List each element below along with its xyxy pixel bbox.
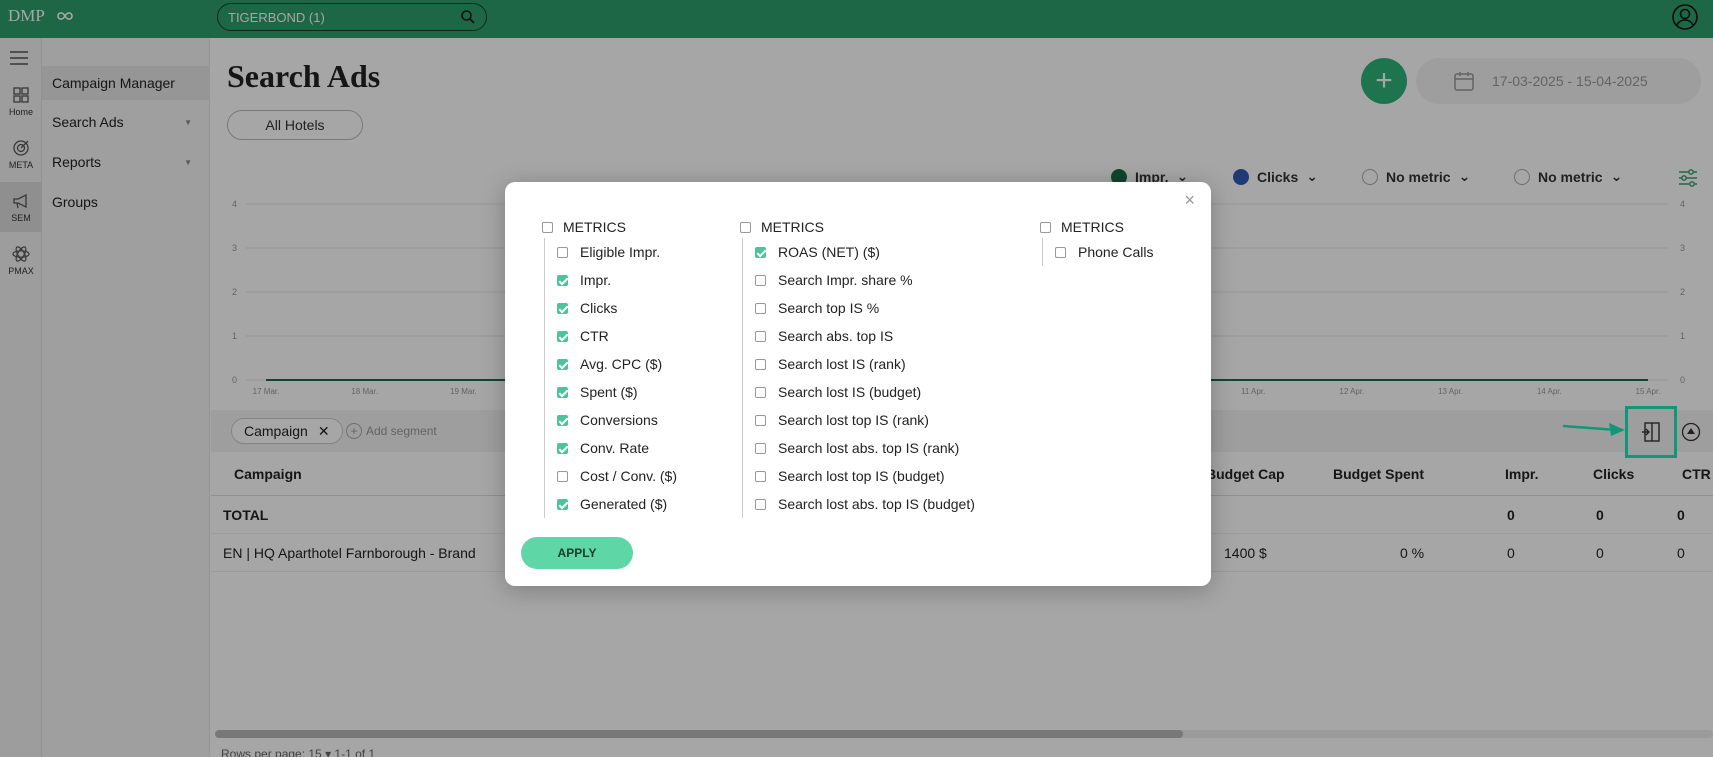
metric-option-label: Search lost top IS (budget) — [778, 468, 945, 484]
metric-checkbox[interactable] — [557, 414, 568, 426]
metric-option-label: Impr. — [580, 272, 612, 288]
metric-checkbox[interactable] — [1055, 246, 1066, 258]
metric-option-label: Spent ($) — [580, 384, 638, 400]
metric-checkbox[interactable] — [755, 330, 766, 342]
metric-checkbox[interactable] — [557, 330, 568, 342]
metric-checkbox[interactable] — [557, 302, 568, 314]
metric-option-label: Search abs. top IS — [778, 328, 894, 344]
metrics-group-title: METRICS — [563, 219, 626, 235]
metric-option-label: Conv. Rate — [580, 440, 649, 456]
metrics-column-2: METRICS ROAS (NET) ($) Search Impr. share… — [740, 218, 975, 518]
metric-option[interactable]: Eligible Impr. — [557, 238, 677, 266]
metric-option-label: Avg. CPC ($) — [580, 356, 663, 372]
metrics-group-header[interactable]: METRICS — [1040, 218, 1154, 236]
metric-checkbox[interactable] — [557, 470, 568, 482]
metric-option[interactable]: Search lost top IS (rank) — [755, 406, 975, 434]
metric-option[interactable]: Phone Calls — [1055, 238, 1154, 266]
metrics-list: ROAS (NET) ($) Search Impr. share % Search… — [742, 238, 975, 518]
metric-option-label: Search top IS % — [778, 300, 880, 316]
metric-option[interactable]: Search top IS % — [755, 294, 975, 322]
metric-option[interactable]: Search Impr. share % — [755, 266, 975, 294]
metric-option[interactable]: CTR — [557, 322, 677, 350]
metric-option[interactable]: Search lost abs. top IS (budget) — [755, 490, 975, 518]
metrics-column-modal: × METRICS Eligible Impr. Impr. Clicks CTR Av… — [505, 182, 1211, 586]
metric-checkbox[interactable] — [557, 246, 568, 258]
metric-option-label: CTR — [580, 328, 609, 344]
metric-option-label: Search lost IS (budget) — [778, 384, 922, 400]
metric-checkbox[interactable] — [557, 386, 568, 398]
metrics-group-title: METRICS — [761, 219, 824, 235]
metric-checkbox[interactable] — [755, 386, 766, 398]
metrics-group-title: METRICS — [1061, 219, 1124, 235]
metric-option[interactable]: Cost / Conv. ($) — [557, 462, 677, 490]
metrics-group-header[interactable]: METRICS — [740, 218, 975, 236]
metric-checkbox[interactable] — [755, 274, 766, 286]
metric-checkbox[interactable] — [755, 442, 766, 454]
apply-button[interactable]: APPLY — [521, 537, 633, 569]
metric-option[interactable]: Avg. CPC ($) — [557, 350, 677, 378]
metric-option[interactable]: Search lost top IS (budget) — [755, 462, 975, 490]
metric-option[interactable]: Search lost IS (rank) — [755, 350, 975, 378]
metric-option[interactable]: Clicks — [557, 294, 677, 322]
metric-checkbox[interactable] — [557, 274, 568, 286]
select-all-checkbox[interactable] — [542, 221, 553, 233]
metric-checkbox[interactable] — [755, 302, 766, 314]
metric-checkbox[interactable] — [557, 442, 568, 454]
metric-option-label: Eligible Impr. — [580, 244, 661, 260]
metric-option[interactable]: Search lost IS (budget) — [755, 378, 975, 406]
close-icon[interactable]: × — [1184, 190, 1195, 211]
metrics-column-3: METRICS Phone Calls — [1040, 218, 1154, 266]
metrics-list: Phone Calls — [1042, 238, 1154, 266]
metric-option[interactable]: Search lost abs. top IS (rank) — [755, 434, 975, 462]
metric-checkbox[interactable] — [755, 498, 766, 510]
metrics-group-header[interactable]: METRICS — [542, 218, 677, 236]
metric-option-label: ROAS (NET) ($) — [778, 244, 880, 260]
metric-option[interactable]: Impr. — [557, 266, 677, 294]
metric-option[interactable]: Conv. Rate — [557, 434, 677, 462]
metric-option-label: Cost / Conv. ($) — [580, 468, 677, 484]
metric-option[interactable]: ROAS (NET) ($) — [755, 238, 975, 266]
metric-checkbox[interactable] — [755, 414, 766, 426]
metric-option-label: Conversions — [580, 412, 658, 428]
metric-option-label: Search lost IS (rank) — [778, 356, 906, 372]
metric-option[interactable]: Generated ($) — [557, 490, 677, 518]
metric-option[interactable]: Spent ($) — [557, 378, 677, 406]
metric-option-label: Phone Calls — [1078, 244, 1154, 260]
metrics-list: Eligible Impr. Impr. Clicks CTR Avg. CPC ($)… — [544, 238, 677, 518]
metric-option-label: Clicks — [580, 300, 618, 316]
metric-option-label: Generated ($) — [580, 496, 668, 512]
metric-option[interactable]: Search abs. top IS — [755, 322, 975, 350]
select-all-checkbox[interactable] — [740, 221, 751, 233]
metric-option-label: Search lost abs. top IS (rank) — [778, 440, 960, 456]
select-all-checkbox[interactable] — [1040, 221, 1051, 233]
metric-checkbox[interactable] — [557, 358, 568, 370]
metric-option[interactable]: Conversions — [557, 406, 677, 434]
metric-option-label: Search Impr. share % — [778, 272, 913, 288]
metrics-column-1: METRICS Eligible Impr. Impr. Clicks CTR Avg.… — [542, 218, 677, 518]
metric-checkbox[interactable] — [755, 470, 766, 482]
metric-option-label: Search lost top IS (rank) — [778, 412, 929, 428]
metric-checkbox[interactable] — [755, 246, 766, 258]
metric-checkbox[interactable] — [755, 358, 766, 370]
metric-option-label: Search lost abs. top IS (budget) — [778, 496, 975, 512]
metric-checkbox[interactable] — [557, 498, 568, 510]
